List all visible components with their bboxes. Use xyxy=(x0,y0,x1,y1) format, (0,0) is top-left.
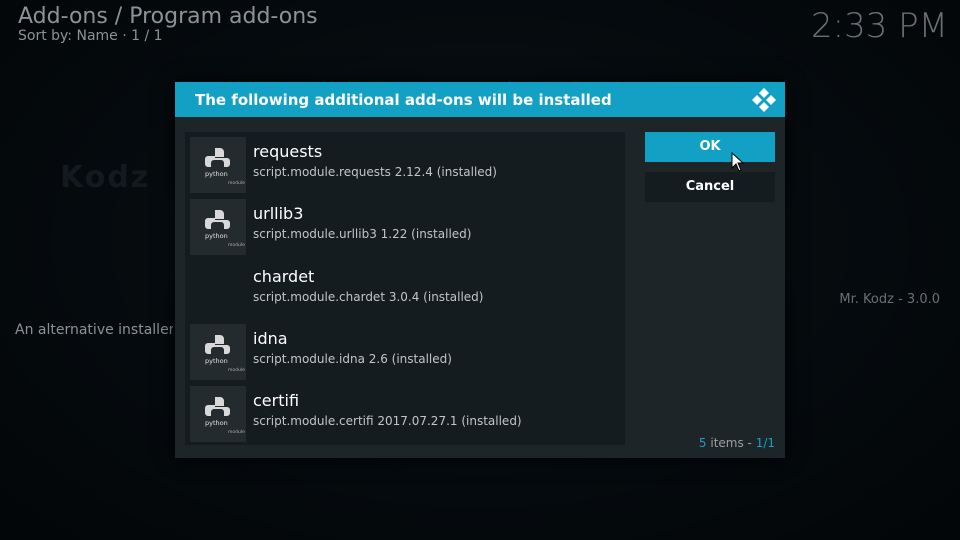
dialog-title: The following additional add-ons will be… xyxy=(195,91,612,109)
list-item[interactable]: python module idna script.module.idna 2.… xyxy=(190,324,620,380)
background-description: An alternative installer for xyxy=(15,322,173,338)
cancel-button[interactable]: Cancel xyxy=(645,172,775,202)
item-desc: script.module.requests 2.12.4 (installed… xyxy=(253,165,497,179)
item-name: requests xyxy=(253,142,323,161)
item-desc: script.module.idna 2.6 (installed) xyxy=(253,352,452,366)
background-wordmark: Kodz xyxy=(60,160,151,195)
list-item[interactable]: chardet script.module.chardet 3.0.4 (ins… xyxy=(190,262,620,318)
python-module-icon: python module xyxy=(190,199,246,255)
ok-button[interactable]: OK xyxy=(645,132,775,162)
item-desc: script.module.urllib3 1.22 (installed) xyxy=(253,227,472,241)
python-module-icon: python module xyxy=(190,324,246,380)
clock: 2:33 PM xyxy=(811,6,948,46)
item-desc: script.module.chardet 3.0.4 (installed) xyxy=(253,290,484,304)
item-name: certifi xyxy=(253,391,300,410)
list-item[interactable]: python module urllib3 script.module.urll… xyxy=(190,199,620,255)
page-title: Add-ons / Program add-ons xyxy=(18,4,318,29)
sort-info: Sort by: Name · 1 / 1 xyxy=(18,28,163,44)
python-module-icon: python module xyxy=(190,386,246,442)
python-module-icon: python module xyxy=(190,137,246,193)
count-items: 5 xyxy=(698,436,707,450)
kodi-logo-icon xyxy=(752,88,776,112)
item-count: 5 items - 1/1 xyxy=(699,436,775,450)
addon-list[interactable]: python module requests script.module.req… xyxy=(185,132,625,445)
list-item[interactable]: python module certifi script.module.cert… xyxy=(190,386,620,442)
dialog-header: The following additional add-ons will be… xyxy=(175,82,785,117)
count-page: 1/1 xyxy=(755,436,775,450)
background-addon-name: Mr. Kodz - 3.0.0 xyxy=(839,292,940,307)
item-desc: script.module.certifi 2017.07.27.1 (inst… xyxy=(253,414,522,428)
install-dialog: The following additional add-ons will be… xyxy=(175,82,785,458)
item-name: urllib3 xyxy=(253,204,304,223)
item-name: chardet xyxy=(253,267,315,286)
count-label: items - xyxy=(706,436,756,450)
item-name: idna xyxy=(253,329,288,348)
list-item[interactable]: python module requests script.module.req… xyxy=(190,137,620,193)
mouse-pointer-icon xyxy=(731,152,745,172)
